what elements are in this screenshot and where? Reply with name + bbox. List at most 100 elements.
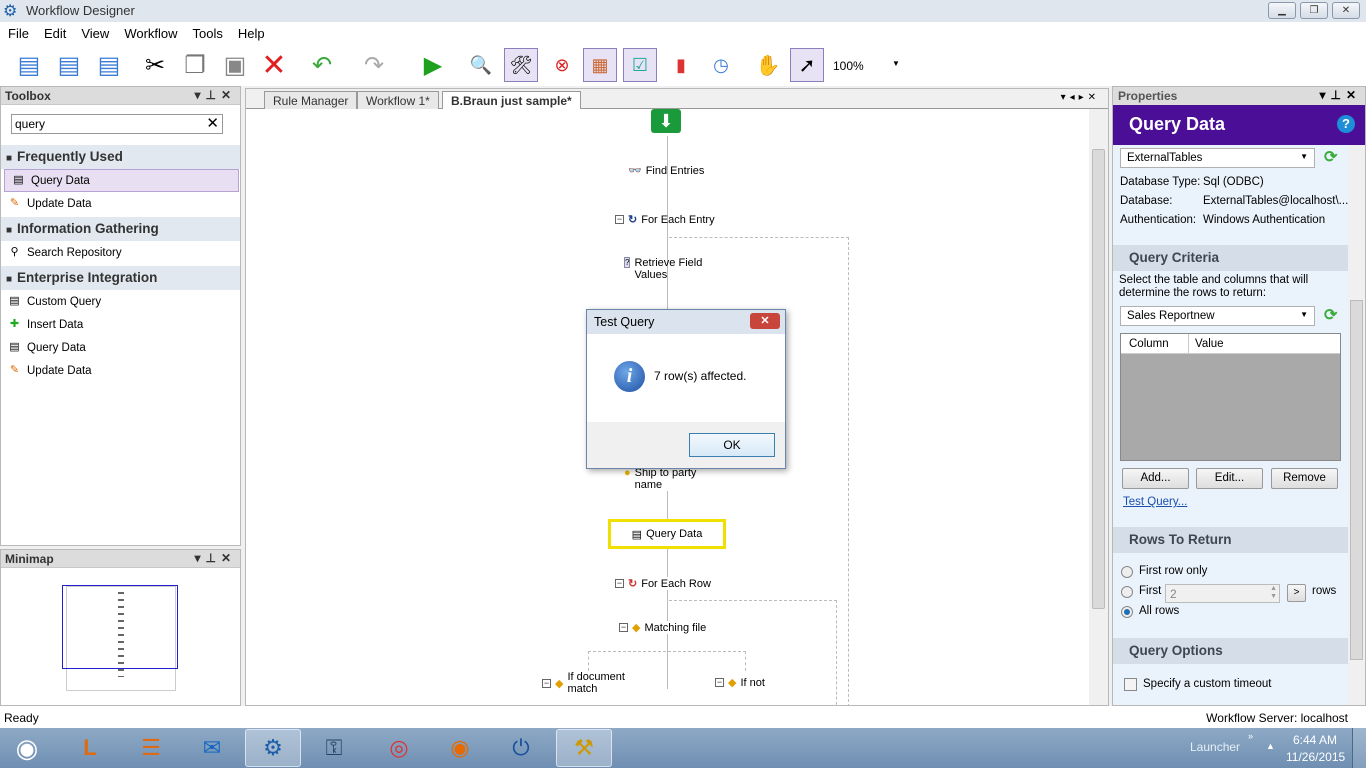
schedule-icon[interactable]: ◷ xyxy=(704,48,738,82)
tab-bbraun-sample[interactable]: B.Braun just sample* xyxy=(442,91,581,110)
menu-help[interactable]: Help xyxy=(230,22,272,41)
toolbox-item-update-data[interactable]: ✎ Update Data xyxy=(1,192,240,215)
close-button[interactable]: ✕ xyxy=(1332,2,1360,19)
node-for-each-row[interactable]: − ↻ For Each Row xyxy=(615,577,711,590)
open-workflow-icon[interactable]: ▤ xyxy=(52,48,86,82)
panel-controls-icon[interactable]: ▾⊥✕ xyxy=(1319,88,1361,102)
panel-controls-icon[interactable]: ▾⊥✕ xyxy=(194,551,236,565)
criteria-grid[interactable]: Column Value xyxy=(1120,333,1341,461)
collapse-icon[interactable]: − xyxy=(619,623,628,632)
undo-icon[interactable]: ↶ xyxy=(305,48,339,82)
minimize-button[interactable]: ▁ xyxy=(1268,2,1296,19)
collapse-icon[interactable]: − xyxy=(542,678,551,688)
toolbar-expand-icon[interactable]: » xyxy=(1248,731,1253,741)
clear-search-icon[interactable]: ✕ xyxy=(206,114,219,132)
node-for-each-entry[interactable]: − ↻ For Each Entry xyxy=(615,213,715,226)
node-query-data-selected[interactable]: ▤ Query Data xyxy=(608,519,726,549)
connection-dropdown[interactable]: ExternalTables ▼ xyxy=(1120,148,1315,168)
run-icon[interactable]: ▶ xyxy=(416,48,450,82)
ok-button[interactable]: OK xyxy=(689,433,775,457)
chrome-icon[interactable]: ◎ xyxy=(371,729,427,767)
tab-rule-manager[interactable]: Rule Manager xyxy=(264,91,358,109)
menu-file[interactable]: File xyxy=(0,22,36,41)
tab-nav-icons[interactable]: ▾◂▸✕ xyxy=(1061,92,1100,103)
canvas-scrollbar[interactable] xyxy=(1089,109,1108,705)
outlook-icon[interactable]: ✉ xyxy=(184,729,240,767)
new-workflow-icon[interactable]: ▤ xyxy=(12,48,46,82)
workflow-tools-task-icon[interactable]: ⚒ xyxy=(556,729,612,767)
stop-icon[interactable]: ⊗ xyxy=(545,48,579,82)
node-find-entries[interactable]: 👓 Find Entries xyxy=(628,164,704,178)
refresh-connection-icon[interactable]: ⟳ xyxy=(1324,147,1337,167)
paste-icon[interactable]: ▣ xyxy=(218,48,252,82)
tools-icon[interactable]: 🛠 xyxy=(504,48,538,82)
category-frequently-used[interactable]: ■ Frequently Used xyxy=(1,145,240,169)
clock-date[interactable]: 11/26/2015 xyxy=(1286,750,1345,764)
pan-hand-icon[interactable]: ✋ xyxy=(751,48,785,82)
toolbox-item-search-repository[interactable]: ⚲ Search Repository xyxy=(1,241,240,264)
clock-time[interactable]: 6:44 AM xyxy=(1293,733,1337,747)
dialog-close-button[interactable]: ✕ xyxy=(750,313,780,329)
node-matching-file[interactable]: − ◆ Matching file xyxy=(619,621,707,634)
admin-console-icon[interactable]: ⚿ xyxy=(306,729,362,767)
edit-button[interactable]: Edit... xyxy=(1196,468,1263,489)
zoom-dropdown-icon[interactable]: ▼ xyxy=(892,59,900,68)
refresh-table-icon[interactable]: ⟳ xyxy=(1324,305,1337,325)
menu-view[interactable]: View xyxy=(73,22,116,41)
zoom-level[interactable]: 100% xyxy=(833,59,864,73)
pointer-icon[interactable]: ➚ xyxy=(790,48,824,82)
toolbox-item-insert-data[interactable]: ✚ Insert Data xyxy=(1,313,240,336)
delete-icon[interactable]: ✕ xyxy=(257,48,291,82)
menu-workflow[interactable]: Workflow xyxy=(116,22,184,41)
laserfiche-icon[interactable]: L xyxy=(62,729,118,767)
add-button[interactable]: Add... xyxy=(1122,468,1189,489)
collapse-icon[interactable]: − xyxy=(615,579,624,588)
checklist-icon[interactable]: ☑ xyxy=(623,48,657,82)
category-information-gathering[interactable]: ■ Information Gathering xyxy=(1,217,240,241)
help-icon[interactable]: ? xyxy=(1337,115,1355,133)
custom-timeout-checkbox[interactable] xyxy=(1124,678,1137,691)
chart-icon[interactable]: ▮ xyxy=(664,48,698,82)
test-query-link[interactable]: Test Query... xyxy=(1123,496,1187,508)
collapse-icon[interactable]: − xyxy=(715,678,724,687)
collapse-icon[interactable]: − xyxy=(615,215,624,224)
menu-edit[interactable]: Edit xyxy=(36,22,73,41)
forms-icon[interactable]: ☰ xyxy=(123,729,179,767)
node-if-not[interactable]: − ◆ If not xyxy=(715,676,765,689)
tray-show-hidden-icon[interactable]: ▲ xyxy=(1266,741,1275,751)
find-icon[interactable]: 🔍 xyxy=(464,48,498,82)
token-button[interactable]: > xyxy=(1287,584,1306,602)
panel-controls-icon[interactable]: ▾⊥✕ xyxy=(194,88,236,102)
all-rows-radio[interactable] xyxy=(1121,606,1133,618)
toolbox-search-input[interactable]: query ✕ xyxy=(11,114,223,134)
spinner-icon[interactable]: ▲ ▼ xyxy=(1270,585,1277,601)
start-button-icon[interactable]: ◉ xyxy=(0,729,54,767)
tab-workflow-1[interactable]: Workflow 1* xyxy=(357,91,439,109)
launcher-toolbar[interactable]: Launcher xyxy=(1190,740,1240,754)
toolbox-item-query-data-2[interactable]: ▤ Query Data xyxy=(1,336,240,359)
menu-tools[interactable]: Tools xyxy=(185,22,230,41)
node-ship-to-party-name[interactable]: ● Ship to party name xyxy=(624,467,714,491)
redo-icon[interactable]: ↷ xyxy=(357,48,391,82)
toolbox-item-custom-query[interactable]: ▤ Custom Query xyxy=(1,290,240,313)
first-row-only-radio[interactable] xyxy=(1121,566,1133,578)
restore-button[interactable]: ❐ xyxy=(1300,2,1328,19)
toolbox-item-query-data[interactable]: ▤ Query Data xyxy=(4,169,239,192)
start-download-icon[interactable]: ⬇ xyxy=(651,109,681,133)
toolbox-item-update-data-2[interactable]: ✎ Update Data xyxy=(1,359,240,382)
remove-button[interactable]: Remove xyxy=(1271,468,1338,489)
cut-icon[interactable]: ✂ xyxy=(138,48,172,82)
workflow-designer-task-icon[interactable]: ⚙ xyxy=(245,729,301,767)
node-if-document-match[interactable]: − ◆ If document match xyxy=(542,671,652,695)
firefox-icon[interactable]: ◉ xyxy=(432,729,488,767)
table-dropdown[interactable]: Sales Reportnew ▼ xyxy=(1120,306,1315,326)
first-rows-stepper[interactable]: 2 ▲ ▼ xyxy=(1165,584,1280,603)
properties-scrollbar[interactable] xyxy=(1348,145,1365,705)
properties-icon[interactable]: ▦ xyxy=(583,48,617,82)
copy-icon[interactable]: ❐ xyxy=(178,48,212,82)
publish-workflow-icon[interactable]: ▤ xyxy=(92,48,126,82)
connector-icon[interactable]: ⏻ xyxy=(493,729,549,767)
node-retrieve-field-values[interactable]: ? Retrieve Field Values xyxy=(624,257,734,281)
category-enterprise-integration[interactable]: ■ Enterprise Integration xyxy=(1,266,240,290)
first-n-radio[interactable] xyxy=(1121,586,1133,598)
